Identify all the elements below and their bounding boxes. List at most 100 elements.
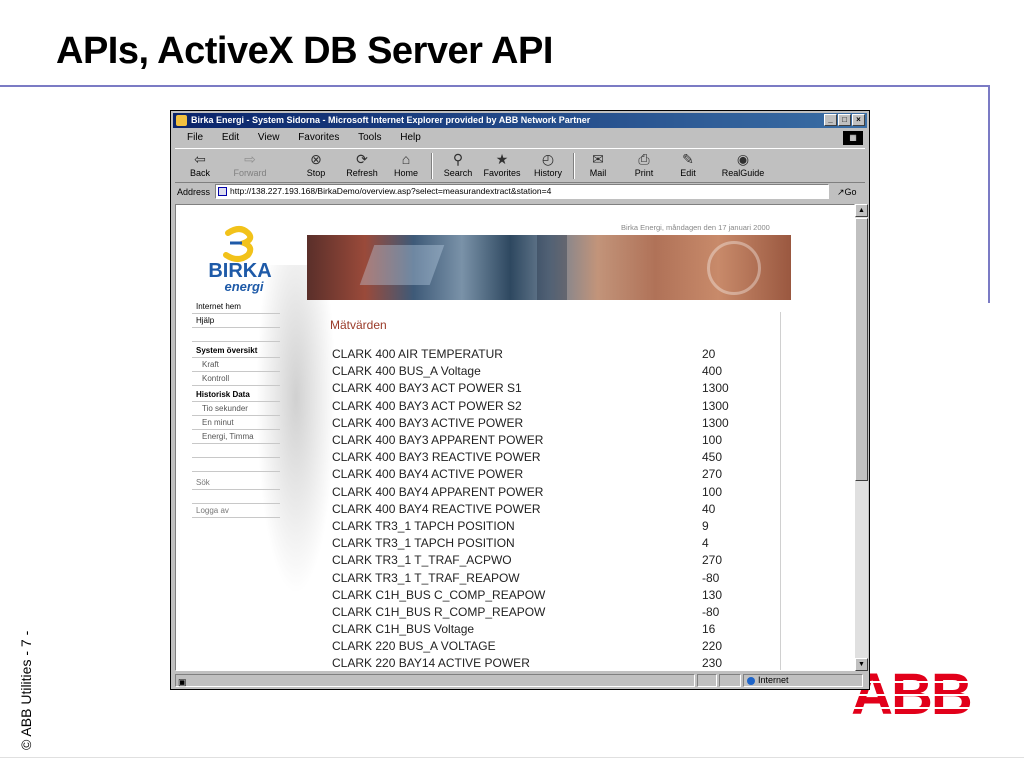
- back-button[interactable]: ⇦ Back: [179, 151, 221, 178]
- measurement-name: CLARK 400 BAY3 ACTIVE POWER: [332, 415, 524, 430]
- refresh-icon: ⟳: [356, 151, 368, 167]
- measurement-value: 270: [702, 553, 723, 568]
- table-row: CLARK TR3_1 TAPCH POSITION 4: [332, 535, 772, 552]
- measurement-name: CLARK C1H_BUS Voltage: [332, 622, 475, 637]
- globe-icon: [747, 677, 755, 685]
- menu-help[interactable]: Help: [400, 132, 421, 143]
- table-row: CLARK TR3_1 T_TRAF_ACPWO 270: [332, 552, 772, 569]
- nav-en-minut[interactable]: En minut: [192, 416, 280, 430]
- measurement-name: CLARK 400 BAY3 REACTIVE POWER: [332, 450, 541, 465]
- measurement-value: 400: [702, 364, 723, 379]
- nav-sok[interactable]: Sök: [192, 476, 280, 490]
- page-viewport: Birka Energi, måndagen den 17 januari 20…: [175, 204, 855, 671]
- table-row: CLARK TR3_1 TAPCH POSITION 9: [332, 518, 772, 535]
- menu-bar: File Edit View Favorites Tools Help: [175, 130, 865, 146]
- address-url: http://138.227.193.168/BirkaDemo/overvie…: [230, 186, 552, 196]
- measurement-value: 220: [702, 639, 723, 654]
- nav-logga-av[interactable]: Logga av: [192, 504, 280, 518]
- scroll-up-icon[interactable]: ▲: [855, 204, 868, 217]
- measurement-name: CLARK 400 BAY4 REACTIVE POWER: [332, 501, 541, 516]
- print-button[interactable]: ⎙ Print: [623, 151, 665, 178]
- window-titlebar[interactable]: Birka Energi - System Sidorna - Microsof…: [173, 113, 867, 128]
- menu-favorites[interactable]: Favorites: [298, 132, 339, 143]
- slide-title: APIs, ActiveX DB Server API: [56, 30, 553, 72]
- table-row: CLARK 400 BAY4 APPARENT POWER 100: [332, 484, 772, 501]
- home-button[interactable]: ⌂ Home: [385, 151, 427, 178]
- ie-throbber-icon: ▦: [843, 131, 863, 145]
- measurement-value: 270: [702, 467, 723, 482]
- measurement-value: 100: [702, 484, 723, 499]
- page-date: Birka Energi, måndagen den 17 januari 20…: [621, 223, 770, 232]
- realguide-icon: ◉: [736, 151, 750, 167]
- nav-hjalp[interactable]: Hjälp: [192, 314, 280, 328]
- nav-tio-sekunder[interactable]: Tio sekunder: [192, 402, 280, 416]
- table-row: CLARK C1H_BUS Voltage 16: [332, 621, 772, 638]
- favorites-button[interactable]: ★ Favorites: [481, 151, 523, 178]
- measurement-value: 100: [702, 433, 723, 448]
- status-text-cell: ▣: [175, 674, 695, 687]
- measurement-name: CLARK 220 BUS_A VOLTAGE: [332, 639, 496, 654]
- measurement-value: 40: [702, 501, 716, 516]
- nav-kontroll[interactable]: Kontroll: [192, 372, 280, 386]
- side-caption-text: © ABB Utilities - 7 -: [18, 630, 34, 750]
- address-label: Address: [177, 187, 211, 197]
- measurement-name: CLARK 400 BAY3 ACT POWER S1: [332, 381, 522, 396]
- measurement-name: CLARK 400 BUS_A Voltage: [332, 364, 481, 379]
- scroll-down-icon[interactable]: ▼: [855, 658, 868, 671]
- edit-button[interactable]: ✎ Edit: [667, 151, 709, 178]
- section-title: Mätvärden: [330, 318, 387, 332]
- header-rule: [0, 85, 990, 87]
- status-page-icon: ▣: [178, 677, 187, 687]
- stop-button[interactable]: ⊗ Stop: [295, 151, 337, 178]
- nav-internet-hem[interactable]: Internet hem: [192, 300, 280, 314]
- table-row: CLARK 400 BAY3 ACT POWER S2 1300: [332, 398, 772, 415]
- address-input[interactable]: http://138.227.193.168/BirkaDemo/overvie…: [215, 184, 829, 199]
- birka-logo-sub: energi: [224, 279, 263, 294]
- scroll-thumb[interactable]: [855, 218, 868, 481]
- table-row: CLARK 400 BAY3 ACT POWER S1 1300: [332, 380, 772, 397]
- measurement-name: CLARK TR3_1 T_TRAF_REAPOW: [332, 570, 520, 585]
- close-button[interactable]: ×: [852, 114, 865, 126]
- measurement-value: 1300: [702, 398, 729, 413]
- minimize-button[interactable]: _: [824, 114, 837, 126]
- favorites-icon: ★: [495, 151, 509, 167]
- search-icon: ⚲: [452, 151, 464, 167]
- ie-app-icon: [176, 115, 187, 126]
- print-icon: ⎙: [638, 151, 650, 167]
- history-button[interactable]: ◴ History: [527, 151, 569, 178]
- footer-rule: [0, 757, 1024, 758]
- maximize-button[interactable]: □: [838, 114, 851, 126]
- nav-historisk-data[interactable]: Historisk Data: [192, 388, 280, 402]
- nav-spacer: [192, 444, 280, 458]
- menu-edit[interactable]: Edit: [222, 132, 239, 143]
- refresh-button[interactable]: ⟳ Refresh: [341, 151, 383, 178]
- nav-system-oversikt[interactable]: System översikt: [192, 344, 280, 358]
- realguide-button[interactable]: ◉ RealGuide: [715, 151, 771, 178]
- history-icon: ◴: [541, 151, 555, 167]
- nav-kraft[interactable]: Kraft: [192, 358, 280, 372]
- measurement-value: 20: [702, 347, 716, 362]
- forward-arrow-icon: ⇨: [244, 151, 256, 167]
- nav-spacer: [192, 490, 280, 504]
- birka-logo[interactable]: BIRKA energi: [192, 225, 288, 295]
- measurement-name: CLARK 400 BAY3 ACT POWER S2: [332, 398, 522, 413]
- menu-tools[interactable]: Tools: [358, 132, 381, 143]
- page-icon: [218, 187, 227, 196]
- security-zone: Internet: [743, 674, 863, 687]
- menu-view[interactable]: View: [258, 132, 280, 143]
- table-row: CLARK 400 BUS_A Voltage 400: [332, 363, 772, 380]
- measurement-name: CLARK 400 BAY3 APPARENT POWER: [332, 433, 544, 448]
- measurement-name: CLARK C1H_BUS R_COMP_REAPOW: [332, 604, 546, 619]
- measurement-value: -80: [702, 570, 720, 585]
- forward-button[interactable]: ⇨ Forward: [229, 151, 271, 178]
- table-row: CLARK 400 BAY3 REACTIVE POWER 450: [332, 449, 772, 466]
- go-button[interactable]: ↗Go: [837, 183, 857, 201]
- nav-energi-timma[interactable]: Energi, Timma: [192, 430, 280, 444]
- page-nav: Internet hem Hjälp System översikt Kraft…: [192, 300, 280, 518]
- menu-file[interactable]: File: [187, 132, 203, 143]
- browser-window: Birka Energi - System Sidorna - Microsof…: [170, 110, 870, 690]
- window-title: Birka Energi - System Sidorna - Microsof…: [191, 115, 591, 125]
- search-button[interactable]: ⚲ Search: [437, 151, 479, 178]
- mail-button[interactable]: ✉ Mail: [577, 151, 619, 178]
- vertical-scrollbar[interactable]: ▲ ▼: [855, 204, 868, 671]
